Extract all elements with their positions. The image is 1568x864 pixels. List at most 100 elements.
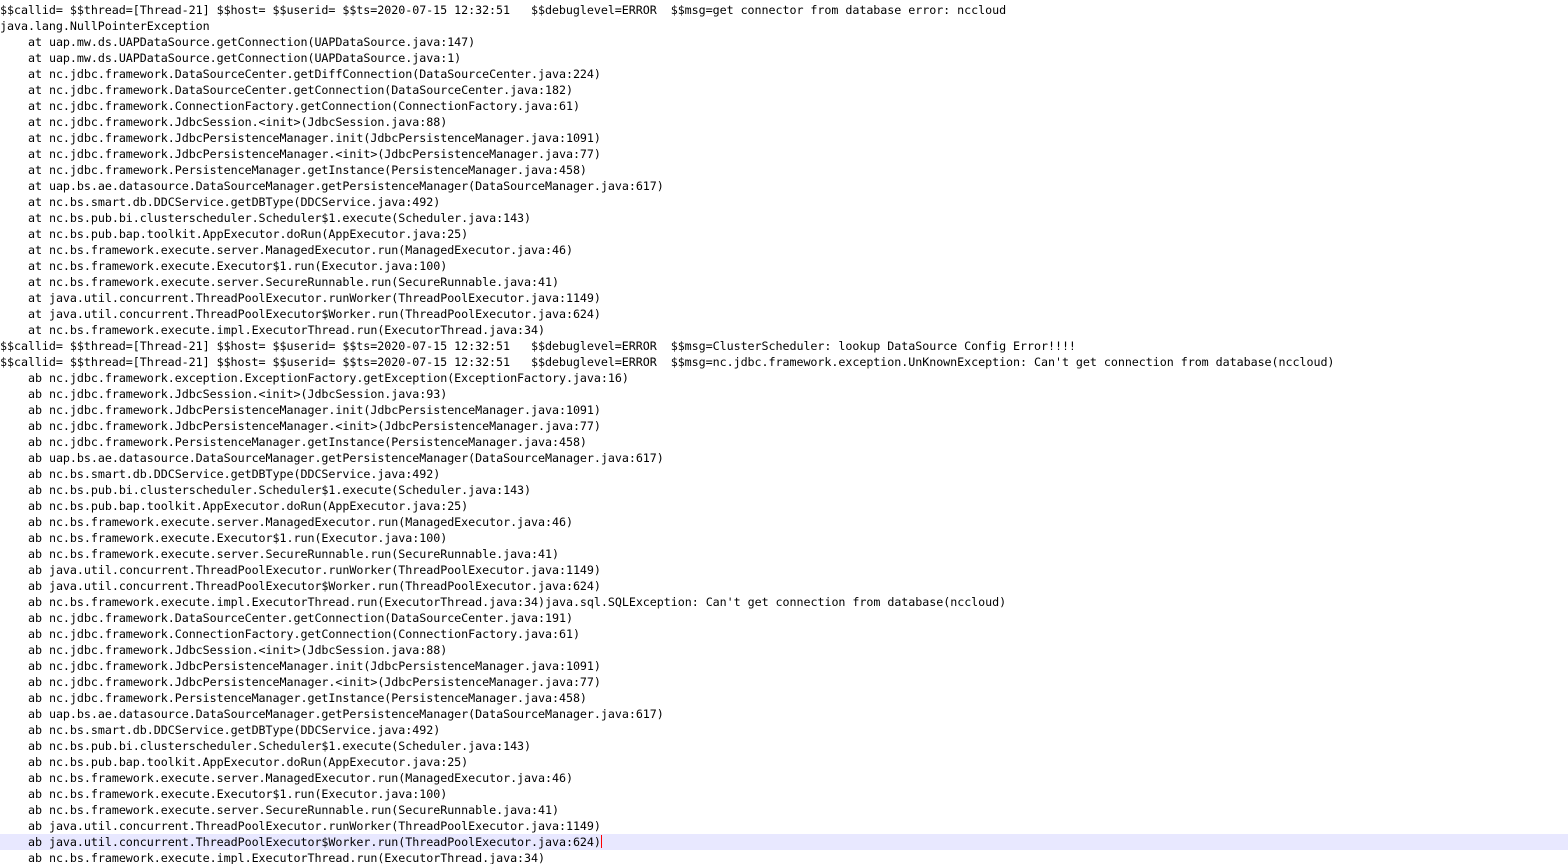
log-line-text: ab nc.bs.pub.bi.clusterscheduler.Schedul…: [28, 483, 532, 497]
log-line-text: at nc.jdbc.framework.DataSourceCenter.ge…: [28, 83, 573, 97]
log-line-text: at java.util.concurrent.ThreadPoolExecut…: [28, 307, 601, 321]
log-line-text: at nc.bs.pub.bap.toolkit.AppExecutor.doR…: [28, 227, 469, 241]
log-line-text: ab nc.jdbc.framework.ConnectionFactory.g…: [28, 627, 580, 641]
log-line-text: ab nc.bs.pub.bap.toolkit.AppExecutor.doR…: [28, 755, 469, 769]
log-line-text: ab nc.jdbc.framework.JdbcPersistenceMana…: [28, 675, 601, 689]
log-line[interactable]: ab nc.bs.framework.execute.Executor$1.ru…: [0, 530, 1568, 546]
log-line[interactable]: ab nc.jdbc.framework.JdbcSession.<init>(…: [0, 386, 1568, 402]
log-line-text: ab nc.jdbc.framework.PersistenceManager.…: [28, 435, 587, 449]
log-line[interactable]: ab nc.jdbc.framework.JdbcSession.<init>(…: [0, 642, 1568, 658]
log-line[interactable]: ab nc.jdbc.framework.PersistenceManager.…: [0, 434, 1568, 450]
log-line[interactable]: ab nc.jdbc.framework.PersistenceManager.…: [0, 690, 1568, 706]
log-line[interactable]: at nc.bs.framework.execute.Executor$1.ru…: [0, 258, 1568, 274]
log-line-text: at nc.jdbc.framework.JdbcPersistenceMana…: [28, 131, 601, 145]
log-line[interactable]: at nc.jdbc.framework.DataSourceCenter.ge…: [0, 82, 1568, 98]
log-line[interactable]: ab nc.bs.framework.execute.server.Secure…: [0, 802, 1568, 818]
log-line[interactable]: ab nc.bs.framework.execute.server.Manage…: [0, 770, 1568, 786]
log-line-text: ab nc.bs.framework.execute.server.Manage…: [28, 771, 573, 785]
log-line[interactable]: at java.util.concurrent.ThreadPoolExecut…: [0, 290, 1568, 306]
log-line[interactable]: ab nc.jdbc.framework.JdbcPersistenceMana…: [0, 674, 1568, 690]
log-line[interactable]: ab uap.bs.ae.datasource.DataSourceManage…: [0, 450, 1568, 466]
log-line[interactable]: ab nc.bs.pub.bi.clusterscheduler.Schedul…: [0, 482, 1568, 498]
log-line-text: ab nc.bs.smart.db.DDCService.getDBType(D…: [28, 723, 441, 737]
log-line-text: at nc.bs.smart.db.DDCService.getDBType(D…: [28, 195, 441, 209]
log-line-text: at nc.jdbc.framework.PersistenceManager.…: [28, 163, 587, 177]
log-line-current[interactable]: ab java.util.concurrent.ThreadPoolExecut…: [0, 834, 1568, 850]
log-line[interactable]: ab nc.jdbc.framework.DataSourceCenter.ge…: [0, 610, 1568, 626]
log-line[interactable]: at uap.mw.ds.UAPDataSource.getConnection…: [0, 34, 1568, 50]
log-line[interactable]: at nc.jdbc.framework.DataSourceCenter.ge…: [0, 66, 1568, 82]
log-line-text: ab nc.jdbc.framework.JdbcSession.<init>(…: [28, 387, 448, 401]
log-line-text: ab nc.bs.framework.execute.impl.Executor…: [28, 851, 545, 864]
log-line[interactable]: at nc.jdbc.framework.PersistenceManager.…: [0, 162, 1568, 178]
log-line-text: ab nc.bs.framework.execute.Executor$1.ru…: [28, 787, 448, 801]
log-line[interactable]: at uap.bs.ae.datasource.DataSourceManage…: [0, 178, 1568, 194]
log-line[interactable]: ab nc.bs.pub.bi.clusterscheduler.Schedul…: [0, 738, 1568, 754]
log-line[interactable]: at java.util.concurrent.ThreadPoolExecut…: [0, 306, 1568, 322]
log-line[interactable]: ab nc.bs.framework.execute.impl.Executor…: [0, 850, 1568, 864]
log-line[interactable]: $$callid= $$thread=[Thread-21] $$host= $…: [0, 2, 1568, 18]
log-line-text: at nc.jdbc.framework.JdbcPersistenceMana…: [28, 147, 601, 161]
log-line[interactable]: $$callid= $$thread=[Thread-21] $$host= $…: [0, 354, 1568, 370]
log-line[interactable]: ab uap.bs.ae.datasource.DataSourceManage…: [0, 706, 1568, 722]
log-line-text: ab nc.bs.framework.execute.server.Manage…: [28, 515, 573, 529]
log-text-editor[interactable]: $$callid= $$thread=[Thread-21] $$host= $…: [0, 2, 1568, 864]
log-line[interactable]: ab nc.bs.framework.execute.impl.Executor…: [0, 594, 1568, 610]
log-line[interactable]: at nc.bs.framework.execute.impl.Executor…: [0, 322, 1568, 338]
log-line-text: ab nc.bs.framework.execute.server.Secure…: [28, 803, 559, 817]
log-line[interactable]: ab nc.bs.smart.db.DDCService.getDBType(D…: [0, 722, 1568, 738]
log-line[interactable]: ab java.util.concurrent.ThreadPoolExecut…: [0, 578, 1568, 594]
log-line[interactable]: at nc.bs.framework.execute.server.Manage…: [0, 242, 1568, 258]
log-line-text: at nc.bs.framework.execute.server.Secure…: [28, 275, 559, 289]
log-line[interactable]: at uap.mw.ds.UAPDataSource.getConnection…: [0, 50, 1568, 66]
log-line[interactable]: ab nc.jdbc.framework.JdbcPersistenceMana…: [0, 402, 1568, 418]
log-line[interactable]: ab nc.bs.framework.execute.Executor$1.ru…: [0, 786, 1568, 802]
log-line[interactable]: ab nc.jdbc.framework.JdbcPersistenceMana…: [0, 658, 1568, 674]
log-line-text: ab nc.bs.framework.execute.impl.Executor…: [28, 595, 1007, 609]
log-line-text: java.lang.NullPointerException: [0, 19, 210, 33]
log-line-text: ab nc.jdbc.framework.exception.Exception…: [28, 371, 629, 385]
log-line[interactable]: ab nc.bs.framework.execute.server.Secure…: [0, 546, 1568, 562]
log-line-text: ab nc.jdbc.framework.JdbcPersistenceMana…: [28, 419, 601, 433]
log-line[interactable]: at nc.bs.pub.bi.clusterscheduler.Schedul…: [0, 210, 1568, 226]
log-line-text: ab nc.bs.smart.db.DDCService.getDBType(D…: [28, 467, 441, 481]
log-line[interactable]: at nc.jdbc.framework.JdbcPersistenceMana…: [0, 146, 1568, 162]
log-line[interactable]: at nc.bs.smart.db.DDCService.getDBType(D…: [0, 194, 1568, 210]
log-line-text: ab java.util.concurrent.ThreadPoolExecut…: [28, 835, 601, 849]
log-line[interactable]: ab java.util.concurrent.ThreadPoolExecut…: [0, 818, 1568, 834]
log-line-text: ab nc.bs.framework.execute.Executor$1.ru…: [28, 531, 448, 545]
log-line-text: ab nc.jdbc.framework.JdbcPersistenceMana…: [28, 659, 601, 673]
log-line-text: ab nc.jdbc.framework.PersistenceManager.…: [28, 691, 587, 705]
log-line[interactable]: ab nc.jdbc.framework.ConnectionFactory.g…: [0, 626, 1568, 642]
log-line-text: at java.util.concurrent.ThreadPoolExecut…: [28, 291, 601, 305]
log-line-text: ab java.util.concurrent.ThreadPoolExecut…: [28, 819, 601, 833]
log-line[interactable]: at nc.bs.pub.bap.toolkit.AppExecutor.doR…: [0, 226, 1568, 242]
log-line[interactable]: at nc.jdbc.framework.JdbcSession.<init>(…: [0, 114, 1568, 130]
log-line[interactable]: at nc.jdbc.framework.JdbcPersistenceMana…: [0, 130, 1568, 146]
log-line-text: ab uap.bs.ae.datasource.DataSourceManage…: [28, 451, 664, 465]
log-line-text: ab nc.bs.framework.execute.server.Secure…: [28, 547, 559, 561]
log-line[interactable]: ab nc.bs.framework.execute.server.Manage…: [0, 514, 1568, 530]
log-line-text: at nc.bs.pub.bi.clusterscheduler.Schedul…: [28, 211, 532, 225]
log-line[interactable]: ab nc.jdbc.framework.exception.Exception…: [0, 370, 1568, 386]
log-line-text: ab java.util.concurrent.ThreadPoolExecut…: [28, 563, 601, 577]
log-line-text: at nc.jdbc.framework.ConnectionFactory.g…: [28, 99, 580, 113]
log-line[interactable]: ab nc.jdbc.framework.JdbcPersistenceMana…: [0, 418, 1568, 434]
log-line[interactable]: ab java.util.concurrent.ThreadPoolExecut…: [0, 562, 1568, 578]
log-line-text: at nc.jdbc.framework.JdbcSession.<init>(…: [28, 115, 448, 129]
log-line[interactable]: ab nc.bs.pub.bap.toolkit.AppExecutor.doR…: [0, 498, 1568, 514]
log-line-text: $$callid= $$thread=[Thread-21] $$host= $…: [0, 339, 1076, 353]
log-line-text: at nc.bs.framework.execute.impl.Executor…: [28, 323, 545, 337]
log-line-text: ab nc.jdbc.framework.DataSourceCenter.ge…: [28, 611, 573, 625]
log-line[interactable]: ab nc.bs.smart.db.DDCService.getDBType(D…: [0, 466, 1568, 482]
text-caret: [600, 835, 602, 848]
log-line[interactable]: at nc.bs.framework.execute.server.Secure…: [0, 274, 1568, 290]
log-line[interactable]: java.lang.NullPointerException: [0, 18, 1568, 34]
log-line[interactable]: at nc.jdbc.framework.ConnectionFactory.g…: [0, 98, 1568, 114]
log-line-text: $$callid= $$thread=[Thread-21] $$host= $…: [0, 355, 1335, 369]
log-line[interactable]: ab nc.bs.pub.bap.toolkit.AppExecutor.doR…: [0, 754, 1568, 770]
log-line-text: at uap.mw.ds.UAPDataSource.getConnection…: [28, 35, 476, 49]
log-line-text: ab uap.bs.ae.datasource.DataSourceManage…: [28, 707, 664, 721]
log-line-text: at uap.mw.ds.UAPDataSource.getConnection…: [28, 51, 462, 65]
log-line[interactable]: $$callid= $$thread=[Thread-21] $$host= $…: [0, 338, 1568, 354]
